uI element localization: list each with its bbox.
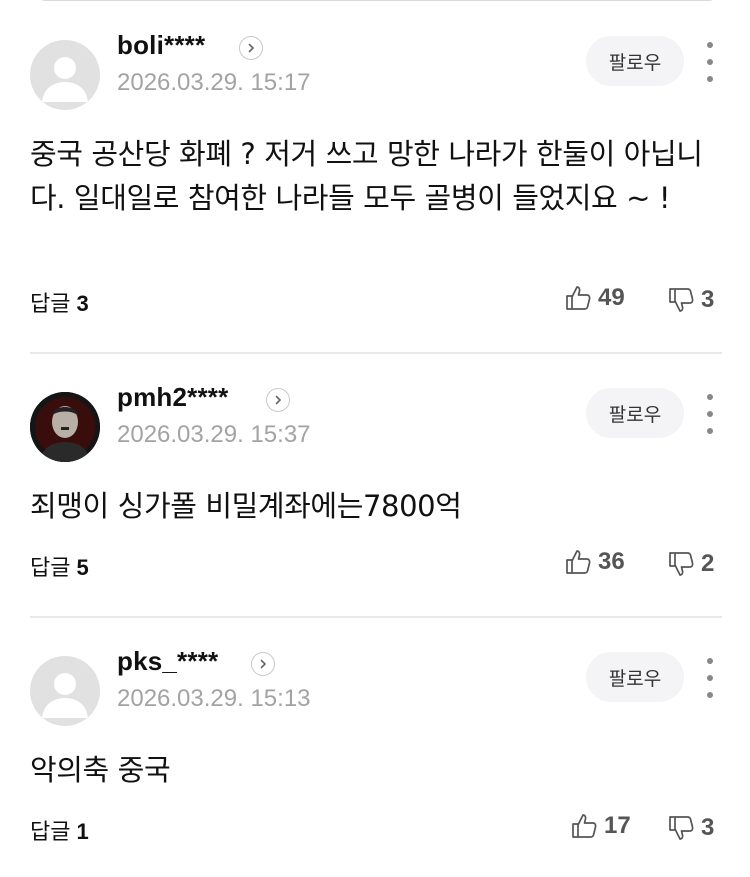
dislike-button[interactable]: 3 bbox=[667, 286, 714, 314]
reply-count: 5 bbox=[76, 555, 89, 580]
dislike-button[interactable]: 2 bbox=[667, 550, 714, 578]
reply-label: 답글 bbox=[30, 820, 71, 845]
like-button[interactable]: 49 bbox=[564, 284, 625, 312]
default-avatar-icon[interactable] bbox=[30, 656, 100, 726]
timestamp: 2026.03.29. 15:37 bbox=[117, 421, 311, 448]
more-options-icon[interactable] bbox=[698, 394, 722, 434]
thumbs-up-icon bbox=[566, 550, 591, 574]
reply-count: 3 bbox=[76, 291, 89, 316]
like-count: 36 bbox=[598, 548, 625, 575]
follow-button[interactable]: 팔로우 bbox=[586, 36, 684, 86]
thumbs-down-icon bbox=[669, 288, 694, 312]
username[interactable]: pks_**** bbox=[117, 646, 218, 677]
reply-button[interactable]: 답글 1 bbox=[30, 814, 89, 846]
more-options-icon[interactable] bbox=[698, 42, 722, 82]
username[interactable]: boli**** bbox=[117, 30, 205, 61]
thumbs-up-icon bbox=[566, 286, 591, 310]
like-button[interactable]: 36 bbox=[564, 548, 625, 576]
dislike-button[interactable]: 3 bbox=[667, 814, 714, 842]
comment-divider bbox=[30, 352, 722, 354]
thumbs-up-icon bbox=[572, 814, 597, 838]
comment-body: 중국 공산당 화폐 ? 저거 쓰고 망한 나라가 한둘이 아닙니다. 일대일로 … bbox=[30, 137, 703, 215]
comment-divider bbox=[30, 616, 722, 618]
thumbs-down-icon bbox=[669, 816, 694, 840]
reply-label: 답글 bbox=[30, 292, 71, 317]
reply-button[interactable]: 답글 5 bbox=[30, 550, 89, 582]
username[interactable]: pmh2**** bbox=[117, 382, 228, 413]
like-count: 17 bbox=[604, 812, 631, 839]
follow-button[interactable]: 팔로우 bbox=[586, 652, 684, 702]
comment-body: 죄맹이 싱가폴 비밀계좌에는7800억 bbox=[30, 489, 462, 523]
previous-card-edge bbox=[32, 0, 722, 1]
reply-label: 답글 bbox=[30, 556, 71, 581]
reply-count: 1 bbox=[76, 819, 89, 844]
like-button[interactable]: 17 bbox=[570, 812, 631, 840]
like-count: 49 bbox=[598, 284, 625, 311]
comment-body: 악의축 중국 bbox=[30, 753, 171, 787]
follow-button[interactable]: 팔로우 bbox=[586, 388, 684, 438]
chevron-right-icon[interactable] bbox=[239, 36, 263, 60]
chevron-right-icon[interactable] bbox=[251, 652, 275, 676]
default-avatar-icon[interactable] bbox=[30, 40, 100, 110]
timestamp: 2026.03.29. 15:17 bbox=[117, 69, 311, 96]
thumbs-down-icon bbox=[669, 552, 694, 576]
dislike-count: 3 bbox=[701, 814, 715, 841]
dislike-count: 3 bbox=[701, 286, 715, 313]
avatar[interactable] bbox=[30, 392, 100, 462]
timestamp: 2026.03.29. 15:13 bbox=[117, 685, 311, 712]
more-options-icon[interactable] bbox=[698, 658, 722, 698]
dislike-count: 2 bbox=[701, 550, 715, 577]
reply-button[interactable]: 답글 3 bbox=[30, 286, 89, 318]
chevron-right-icon[interactable] bbox=[266, 388, 290, 412]
